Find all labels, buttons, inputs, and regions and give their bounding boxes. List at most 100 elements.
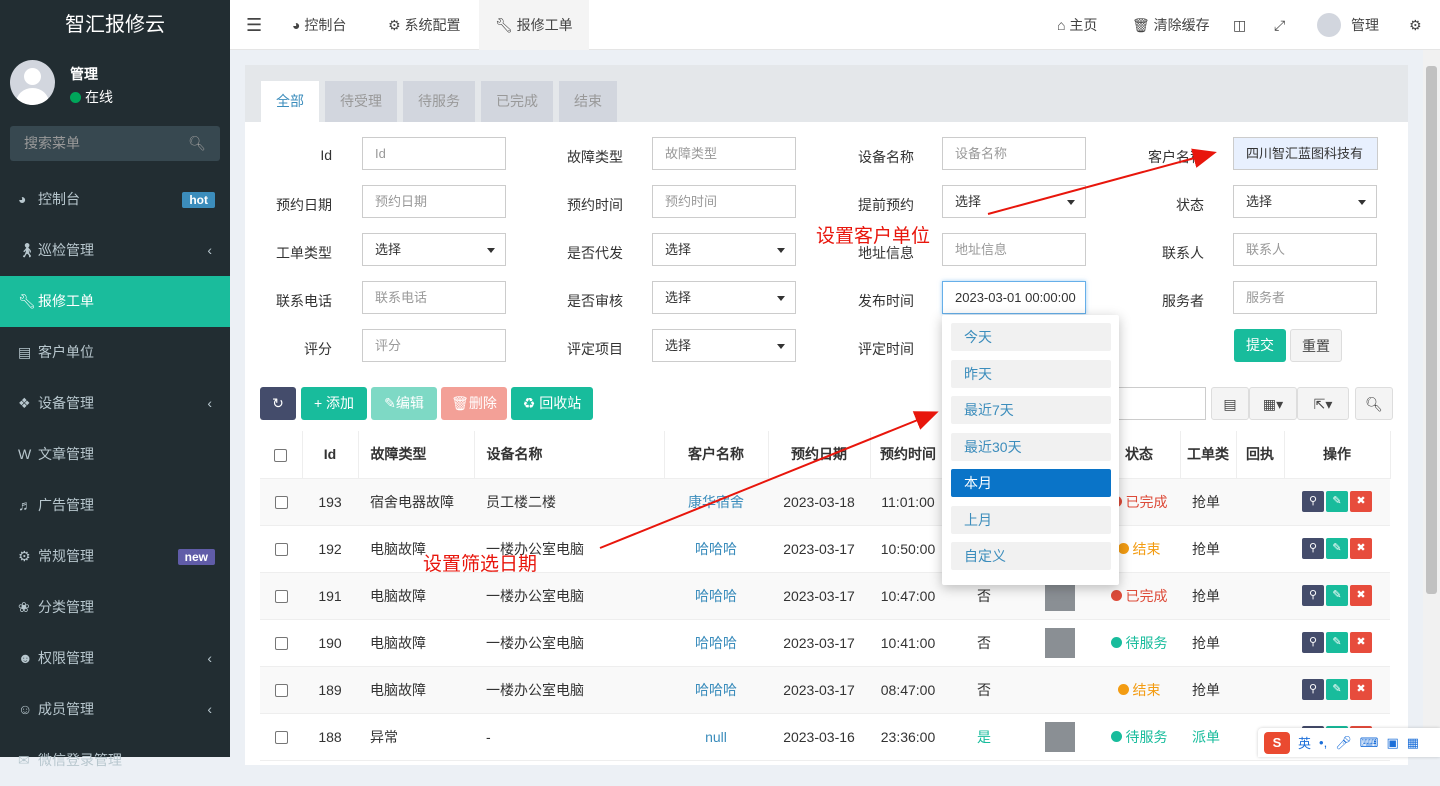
sidebar-item-11[interactable]: ✉ 微信登录管理 bbox=[0, 735, 230, 786]
reset-button[interactable]: 重置 bbox=[1290, 329, 1342, 362]
table-search-input[interactable] bbox=[1115, 387, 1206, 420]
status-tab-2[interactable]: 待服务 bbox=[403, 81, 475, 122]
row-image-thumbnail[interactable] bbox=[1045, 627, 1075, 658]
ime-keyboard-icon[interactable]: ⌨ bbox=[1360, 735, 1379, 751]
sidebar-item-9[interactable]: ☻ 权限管理 ‹ bbox=[0, 633, 230, 684]
date-option-0[interactable]: 今天 bbox=[951, 323, 1111, 351]
device-name-input[interactable]: 设备名称 bbox=[942, 137, 1086, 170]
edit-pencil-icon[interactable]: ✎ bbox=[1326, 679, 1348, 700]
column-header-2[interactable]: 设备名称 bbox=[474, 431, 665, 479]
status-tab-4[interactable]: 结束 bbox=[559, 81, 617, 122]
sidebar-item-4[interactable]: ❖ 设备管理 ‹ bbox=[0, 378, 230, 429]
edit-pencil-icon[interactable]: ✎ bbox=[1326, 538, 1348, 559]
page-scrollbar[interactable] bbox=[1423, 50, 1440, 757]
status-tab-3[interactable]: 已完成 bbox=[481, 81, 553, 122]
table-row[interactable]: 188异常-null2023-03-1623:36:00是待服务派单⚲✎✖ bbox=[260, 713, 1390, 761]
settings-gears-icon[interactable]: ⚙ bbox=[1409, 0, 1422, 50]
submit-button[interactable]: 提交 bbox=[1234, 329, 1286, 362]
sidebar-item-5[interactable]: W 文章管理 bbox=[0, 429, 230, 480]
sidebar-item-10[interactable]: ☺ 成员管理 ‹ bbox=[0, 684, 230, 735]
row-checkbox[interactable] bbox=[274, 731, 288, 745]
view-search-icon[interactable]: ⚲ bbox=[1302, 679, 1324, 700]
publish-time-input[interactable]: 2023-03-01 00:00:00 bbox=[942, 281, 1086, 314]
reserve-date-input[interactable]: 预约日期 bbox=[362, 185, 506, 218]
search-icon[interactable]: 🔍︎ bbox=[188, 126, 206, 161]
sidebar-item-7[interactable]: ⚙ 常规管理 new bbox=[0, 531, 230, 582]
rating-input[interactable]: 评分 bbox=[362, 329, 506, 362]
sidebar-item-8[interactable]: ❀ 分类管理 bbox=[0, 582, 230, 633]
refresh-button[interactable]: ↻ bbox=[260, 387, 296, 420]
user-menu[interactable]: 管理 bbox=[1317, 0, 1379, 50]
row-image-thumbnail[interactable] bbox=[1045, 580, 1075, 611]
row-customer-link[interactable]: 哈哈哈 bbox=[695, 635, 737, 651]
proxy-select[interactable]: 选择 bbox=[652, 233, 796, 266]
status-tab-1[interactable]: 待受理 bbox=[325, 81, 397, 122]
select-all-checkbox[interactable] bbox=[260, 431, 303, 479]
column-header-11[interactable]: 操作 bbox=[1284, 431, 1391, 479]
ime-mic-icon[interactable]: 🎤︎ bbox=[1335, 735, 1352, 751]
id-input[interactable]: Id bbox=[362, 137, 506, 170]
status-select[interactable]: 选择 bbox=[1233, 185, 1377, 218]
table-row[interactable]: 190 电脑故障 一楼办公室电脑 哈哈哈 2023-03-17 10:41:00 否 待服务 抢… bbox=[260, 619, 1390, 667]
sidebar-item-6[interactable]: ♬ 广告管理 bbox=[0, 480, 230, 531]
audit-select[interactable]: 选择 bbox=[652, 281, 796, 314]
column-header-4[interactable]: 预约日期 bbox=[768, 431, 871, 479]
ime-lang-icon[interactable]: 英 bbox=[1298, 733, 1311, 752]
export-icon[interactable]: ⇱▾ bbox=[1297, 387, 1349, 420]
tab-system-config[interactable]: ⚙ 系统配置 bbox=[374, 0, 474, 50]
row-checkbox[interactable] bbox=[274, 590, 288, 604]
edit-button[interactable]: ✎编辑 bbox=[371, 387, 437, 420]
fullscreen-icon[interactable]: ⤢ bbox=[1274, 0, 1285, 50]
table-row[interactable]: 193 宿舍电器故障 员工楼二楼 康华宿舍 2023-03-18 11:01:00 已完成 抢… bbox=[260, 478, 1390, 526]
row-customer-link[interactable]: 哈哈哈 bbox=[695, 541, 737, 557]
edit-pencil-icon[interactable]: ✎ bbox=[1326, 632, 1348, 653]
add-button[interactable]: + 添加 bbox=[301, 387, 367, 420]
column-header-1[interactable]: 故障类型 bbox=[358, 431, 475, 479]
fault-type-input[interactable]: 故障类型 bbox=[652, 137, 796, 170]
date-option-6[interactable]: 自定义 bbox=[951, 542, 1111, 570]
row-checkbox[interactable] bbox=[274, 543, 288, 557]
row-customer-link[interactable]: 哈哈哈 bbox=[695, 682, 737, 698]
rating-item-select[interactable]: 选择 bbox=[652, 329, 796, 362]
translate-icon[interactable]: ◫ bbox=[1233, 0, 1246, 50]
row-image-thumbnail[interactable] bbox=[1045, 721, 1075, 752]
app-logo[interactable]: 智汇报修云 bbox=[0, 0, 230, 50]
ime-punct-icon[interactable]: •, bbox=[1319, 735, 1327, 750]
search-toggle-icon[interactable]: 🔍︎ bbox=[1355, 387, 1393, 420]
tab-repair-orders[interactable]: 🔧︎ 报修工单 bbox=[479, 0, 589, 50]
home-link[interactable]: ⌂ 主页 bbox=[1057, 0, 1097, 50]
ime-grid-icon[interactable]: ▦ bbox=[1407, 735, 1419, 751]
sogou-logo-icon[interactable]: S bbox=[1264, 731, 1290, 754]
order-type-select[interactable]: 选择 bbox=[362, 233, 506, 266]
row-customer-link[interactable]: 康华宿舍 bbox=[688, 494, 744, 510]
delete-trash-icon[interactable]: ✖ bbox=[1350, 679, 1372, 700]
sidebar-item-2[interactable]: 🔧︎ 报修工单 bbox=[0, 276, 230, 327]
view-search-icon[interactable]: ⚲ bbox=[1302, 632, 1324, 653]
column-header-3[interactable]: 客户名称 bbox=[664, 431, 769, 479]
server-input[interactable]: 服务者 bbox=[1233, 281, 1377, 314]
menu-toggle-icon[interactable]: ☰ bbox=[246, 0, 262, 50]
date-option-5[interactable]: 上月 bbox=[951, 505, 1111, 534]
view-search-icon[interactable]: ⚲ bbox=[1302, 585, 1324, 606]
sidebar-item-3[interactable]: ▤ 客户单位 bbox=[0, 327, 230, 378]
column-header-0[interactable]: Id bbox=[302, 431, 359, 479]
checkbox-icon[interactable] bbox=[274, 449, 288, 463]
ime-skin-icon[interactable]: ▣ bbox=[1386, 735, 1398, 751]
date-option-1[interactable]: 昨天 bbox=[951, 359, 1111, 388]
advance-select[interactable]: 选择 bbox=[942, 185, 1086, 218]
table-row[interactable]: 189 电脑故障 一楼办公室电脑 哈哈哈 2023-03-17 08:47:00 否 结束 抢单… bbox=[260, 666, 1390, 714]
columns-icon[interactable]: ▦▾ bbox=[1249, 387, 1297, 420]
column-header-10[interactable]: 回执 bbox=[1236, 431, 1285, 479]
delete-button[interactable]: 🗑︎删除 bbox=[441, 387, 507, 420]
delete-trash-icon[interactable]: ✖ bbox=[1350, 632, 1372, 653]
column-header-5[interactable]: 预约时间 bbox=[870, 431, 947, 479]
sidebar-item-0[interactable]: ◕ 控制台 hot bbox=[0, 174, 230, 225]
delete-trash-icon[interactable]: ✖ bbox=[1350, 585, 1372, 606]
date-option-2[interactable]: 最近7天 bbox=[951, 396, 1111, 424]
toggle-view-icon[interactable]: ▤ bbox=[1211, 387, 1249, 420]
menu-search-input[interactable]: 搜索菜单 🔍︎ bbox=[10, 126, 220, 161]
view-search-icon[interactable]: ⚲ bbox=[1302, 538, 1324, 559]
reserve-time-input[interactable]: 预约时间 bbox=[652, 185, 796, 218]
row-customer-link[interactable]: null bbox=[705, 729, 727, 745]
customer-name-input[interactable]: 四川智汇蓝图科技有 bbox=[1233, 137, 1378, 170]
